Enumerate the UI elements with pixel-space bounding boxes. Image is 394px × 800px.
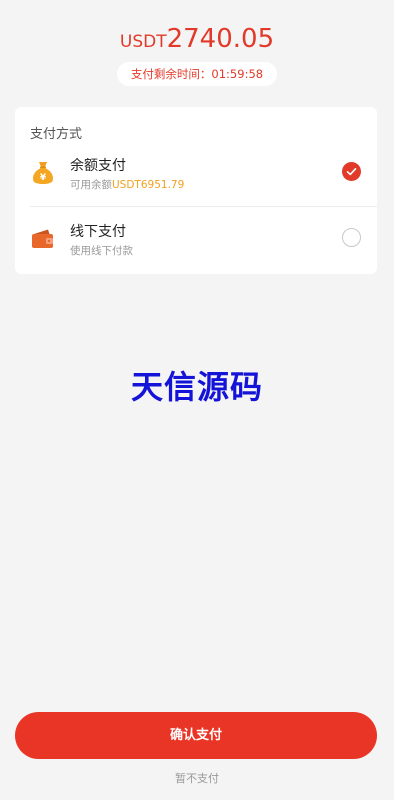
checkmark-icon <box>346 168 357 176</box>
confirm-payment-button[interactable]: 确认支付 <box>15 712 377 759</box>
countdown-badge: 支付剩余时间：01:59:58 <box>117 62 277 86</box>
payment-option-offline[interactable]: 线下支付 使用线下付款 <box>15 211 377 271</box>
payment-methods-card: 支付方式 ¥ 余额支付 可用余额USDT6951.79 线下支付 使用线下付款 <box>15 107 377 274</box>
payment-methods-title: 支付方式 <box>30 127 83 142</box>
balance-available: 可用余额USDT6951.79 <box>70 177 184 192</box>
amount-value: 2740.05 <box>166 24 275 54</box>
balance-available-value: USDT6951.79 <box>112 179 185 191</box>
money-bag-icon: ¥ <box>29 159 57 187</box>
skip-payment-link[interactable]: 暂不支付 <box>0 770 394 786</box>
offline-radio-unchecked[interactable] <box>342 228 361 247</box>
balance-payment-label: 余额支付 <box>70 158 126 174</box>
currency-label: USDT <box>119 32 167 52</box>
payment-option-balance[interactable]: ¥ 余额支付 可用余额USDT6951.79 <box>15 145 377 205</box>
svg-text:¥: ¥ <box>40 173 47 183</box>
watermark-text: 天信源码 <box>130 368 263 406</box>
offline-payment-label: 线下支付 <box>70 224 126 240</box>
option-divider <box>30 206 377 207</box>
wallet-icon <box>29 225 57 253</box>
countdown-value: 01:59:58 <box>211 67 264 81</box>
payment-amount: USDT2740.05 <box>0 24 394 54</box>
offline-payment-desc: 使用线下付款 <box>70 245 133 257</box>
countdown-label: 支付剩余时间： <box>130 67 212 81</box>
balance-available-prefix: 可用余额 <box>70 179 112 191</box>
balance-radio-checked[interactable] <box>342 162 361 181</box>
